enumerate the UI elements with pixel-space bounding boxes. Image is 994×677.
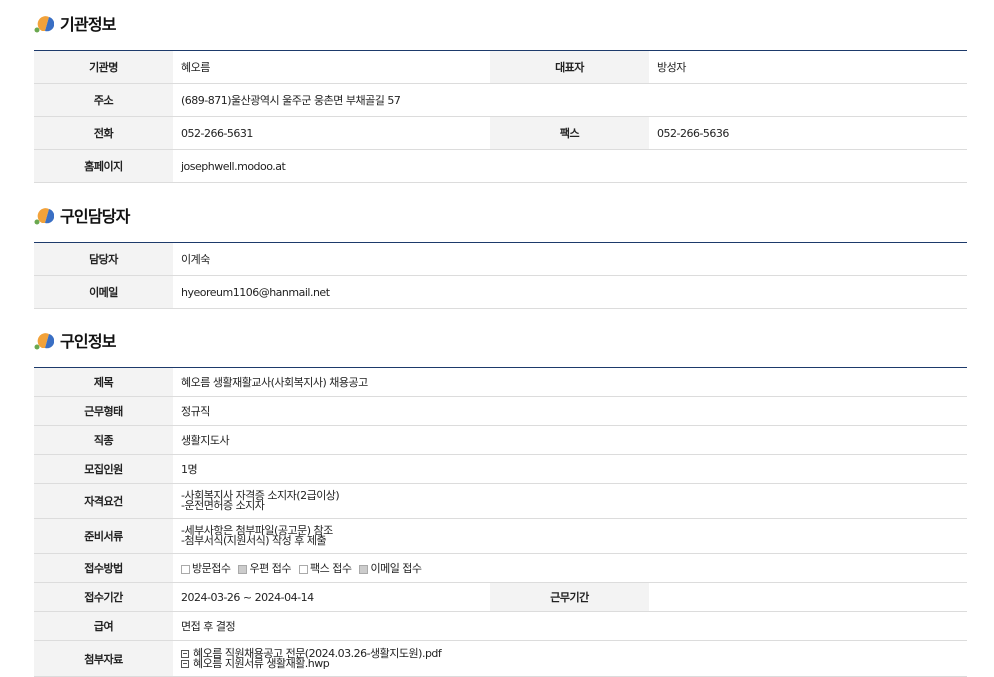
value-occupation: 생활지도사 [173,425,968,455]
section-heading: 기관정보 [60,15,116,34]
value-documents: -세부사항은 첨부파일(공고문) 참조 -첨부서식(지원서식) 작성 후 제출 [173,518,968,554]
label-headcount: 모집인원 [34,454,173,484]
label-email: 이메일 [34,275,173,309]
job-info-table: 제목 혜오름 생활재활교사(사회복지사) 채용공고 근무형태 정규직 직종 생활… [34,367,968,677]
value-job-title: 혜오름 생활재활교사(사회복지사) 채용공고 [173,367,968,397]
label-address: 주소 [34,83,173,117]
method-label: 이메일 접수 [370,562,422,575]
table-row: 제목 혜오름 생활재활교사(사회복지사) 채용공고 [34,367,968,397]
value-headcount: 1명 [173,454,968,484]
qualification-line: -사회복지사 자격증 소지자(2급이상) [181,489,340,502]
checkbox-icon [298,564,308,574]
checkbox-checked-icon [238,564,248,574]
qualification-line: -운전면허증 소지자 [181,499,265,512]
table-row: 첨부자료 혜오름 직원채용공고 전문(2024.03.26-생활지도원).pdf… [34,640,968,677]
label-qualifications: 자격요건 [34,483,173,519]
table-row: 전화 052-266-5631 팩스 052-266-5636 [34,116,967,150]
method-email: 이메일 접수 [359,560,422,576]
attachment-link[interactable]: 혜오름 지원서류 생활재활.hwp [181,657,967,670]
label-attachments: 첨부자료 [34,640,173,677]
value-email-link[interactable]: hyeoreum1106@hanmail.net [173,275,967,309]
section-logo-icon [34,16,54,33]
document-line: -첨부서식(지원서식) 작성 후 제출 [181,534,327,547]
label-phone: 전화 [34,116,173,150]
section-title-contact: 구인담당자 [34,202,130,228]
table-row: 급여 면접 후 결정 [34,611,968,641]
table-row: 담당자 이계숙 [34,242,967,276]
table-row: 홈페이지 josephwell.modoo.at [34,149,967,183]
method-mail: 우편 접수 [238,560,291,576]
label-fax: 팩스 [490,116,649,150]
section-logo-icon [34,208,54,225]
section-title-org: 기관정보 [34,10,116,36]
label-homepage: 홈페이지 [34,149,173,183]
table-row: 모집인원 1명 [34,454,968,484]
label-documents: 준비서류 [34,518,173,554]
file-icon [181,649,189,658]
label-job-title: 제목 [34,367,173,397]
value-work-period [649,582,968,612]
attachment-filename[interactable]: 혜오름 지원서류 생활재활.hwp [193,657,330,670]
method-label: 팩스 접수 [309,562,352,575]
section-title-job: 구인정보 [34,327,116,353]
label-contact-person: 담당자 [34,242,173,276]
table-row: 주소 (689-871)울산광역시 울주군 웅촌면 부채골길 57 [34,83,967,117]
value-attachments: 혜오름 직원채용공고 전문(2024.03.26-생활지도원).pdf 혜오름 … [173,640,968,677]
value-salary: 면접 후 결정 [173,611,968,641]
method-fax: 팩스 접수 [298,560,352,576]
label-work-period: 근무기간 [490,582,649,612]
value-apply-period: 2024-03-26 ~ 2024-04-14 [173,582,490,612]
table-row: 접수방법 방문접수 우편 접수 팩스 접수 이메일 접수 [34,553,968,583]
value-address: (689-871)울산광역시 울주군 웅촌면 부채골길 57 [173,83,967,117]
table-row: 근무형태 정규직 [34,396,968,426]
value-work-type: 정규직 [173,396,968,426]
method-label: 우편 접수 [249,562,291,575]
table-row: 이메일 hyeoreum1106@hanmail.net [34,275,967,309]
method-label: 방문접수 [192,562,231,575]
checkbox-icon [181,564,190,574]
table-row: 접수기간 2024-03-26 ~ 2024-04-14 근무기간 [34,582,968,612]
value-org-name: 혜오름 [173,50,490,84]
label-work-type: 근무형태 [34,396,173,426]
contact-info-table: 담당자 이계숙 이메일 hyeoreum1106@hanmail.net [34,242,967,309]
label-org-name: 기관명 [34,50,173,84]
org-info-table: 기관명 혜오름 대표자 방성자 주소 (689-871)울산광역시 울주군 웅촌… [34,50,967,183]
label-salary: 급여 [34,611,173,641]
method-visit: 방문접수 [181,560,231,576]
table-row: 직종 생활지도사 [34,425,968,455]
label-ceo: 대표자 [490,50,649,84]
value-ceo: 방성자 [649,50,967,84]
table-row: 준비서류 -세부사항은 첨부파일(공고문) 참조 -첨부서식(지원서식) 작성 … [34,518,968,554]
value-fax: 052-266-5636 [649,116,967,150]
value-phone: 052-266-5631 [173,116,490,150]
value-contact-person: 이계숙 [173,242,967,276]
label-occupation: 직종 [34,425,173,455]
value-homepage-link[interactable]: josephwell.modoo.at [173,149,967,183]
section-logo-icon [34,333,54,350]
table-row: 자격요건 -사회복지사 자격증 소지자(2급이상) -운전면허증 소지자 [34,483,968,519]
label-apply-method: 접수방법 [34,553,173,583]
label-apply-period: 접수기간 [34,582,173,612]
section-heading: 구인담당자 [60,207,130,226]
value-apply-methods: 방문접수 우편 접수 팩스 접수 이메일 접수 [173,553,968,583]
section-heading: 구인정보 [60,332,116,351]
table-row: 기관명 혜오름 대표자 방성자 [34,50,967,84]
file-icon [181,659,189,668]
checkbox-checked-icon [359,564,369,574]
value-qualifications: -사회복지사 자격증 소지자(2급이상) -운전면허증 소지자 [173,483,968,519]
